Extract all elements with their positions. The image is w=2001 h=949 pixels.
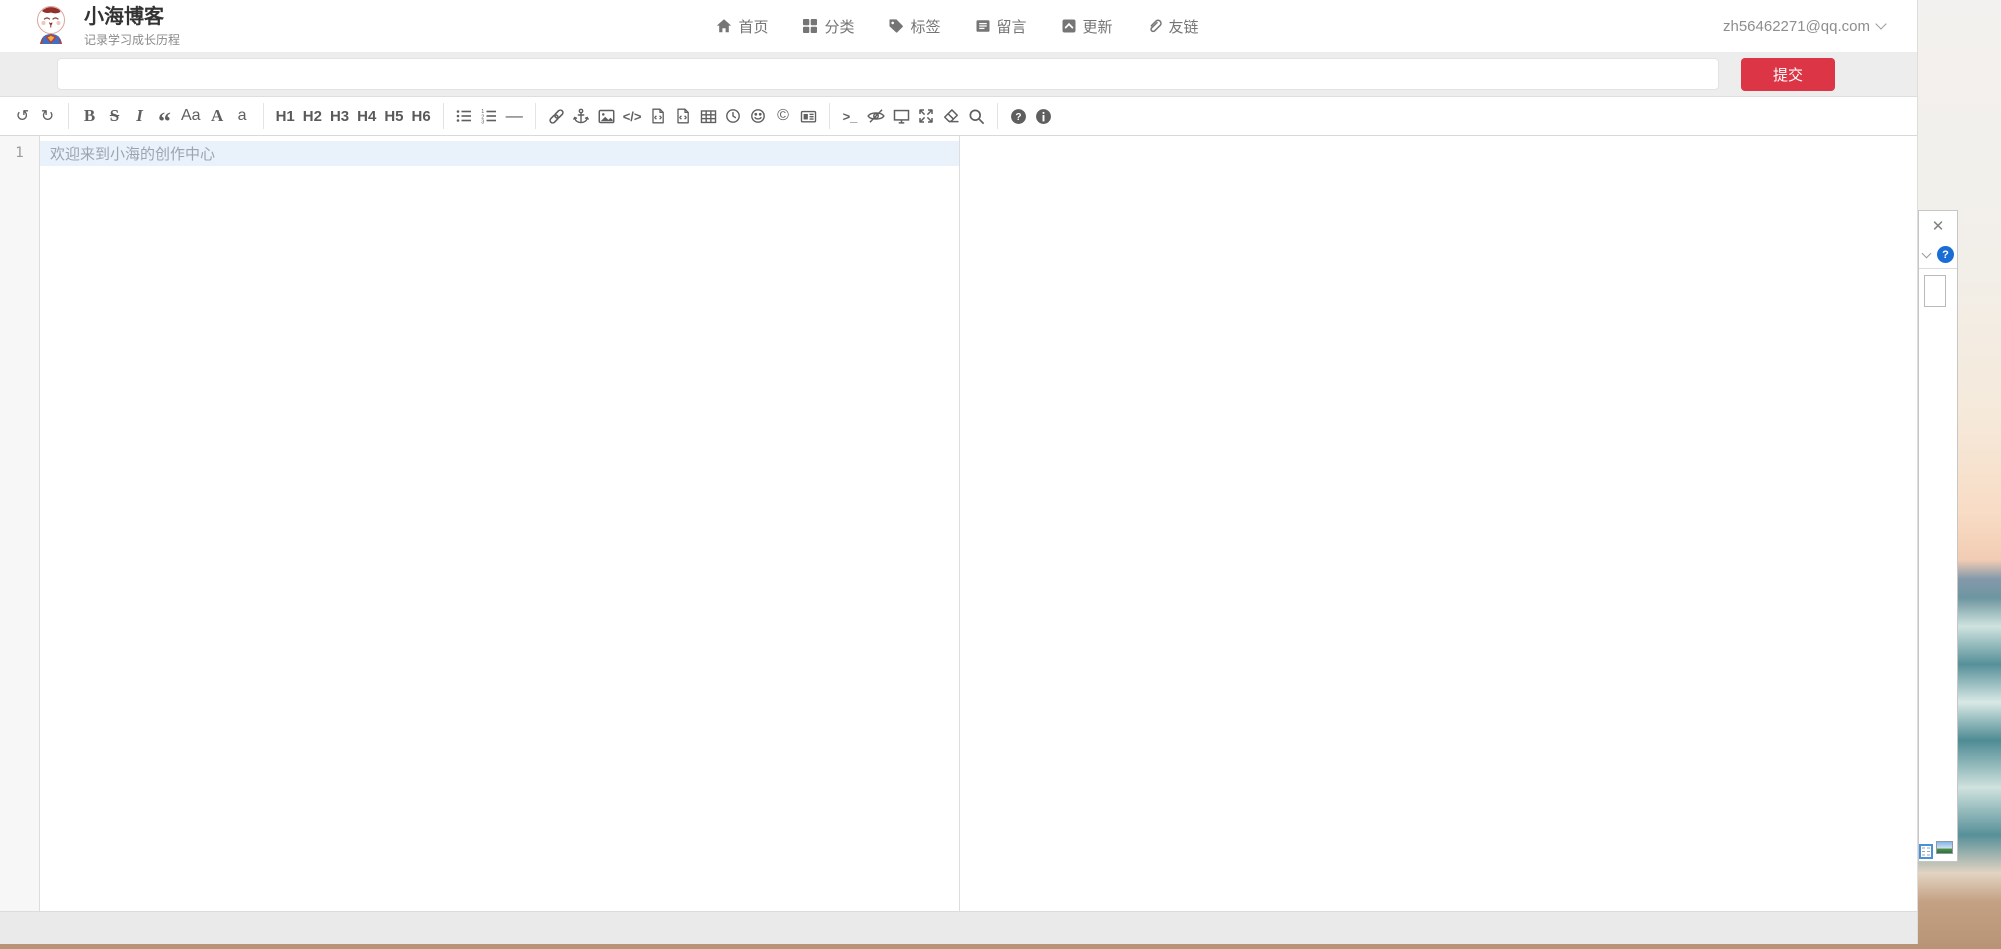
- emoji-icon[interactable]: [746, 102, 771, 130]
- site-identity: 小海博客 记录学习成长历程: [84, 5, 180, 48]
- markdown-editor: 1 欢迎来到小海的创作中心: [0, 136, 1917, 911]
- pagebreak-icon[interactable]: [796, 102, 821, 130]
- info-icon[interactable]: [1031, 102, 1056, 130]
- main-content: 小海博客 记录学习成长历程 首页 分类 标签: [0, 0, 1918, 944]
- table-icon[interactable]: [696, 102, 721, 130]
- nav-label: 更新: [1083, 16, 1113, 37]
- fullscreen-icon[interactable]: [914, 102, 939, 130]
- site-header: 小海博客 记录学习成长历程 首页 分类 标签: [0, 0, 1917, 52]
- main-nav: 首页 分类 标签 留言 更新: [716, 16, 1198, 37]
- lowercase-icon[interactable]: a: [230, 102, 255, 130]
- category-icon: [802, 18, 818, 34]
- toolbar-separator: [535, 103, 536, 129]
- help-circle-icon[interactable]: ?: [1937, 246, 1954, 263]
- links-icon: [1147, 18, 1163, 34]
- toolbar-separator: [443, 103, 444, 129]
- nav-label: 标签: [910, 16, 940, 37]
- editor-placeholder-text: 欢迎来到小海的创作中心: [50, 143, 215, 164]
- nav-item-messages[interactable]: 留言: [975, 16, 1027, 37]
- nav-item-tags[interactable]: 标签: [888, 16, 940, 37]
- svg-text:3: 3: [481, 120, 484, 124]
- message-icon: [975, 18, 991, 34]
- link-icon[interactable]: [544, 102, 569, 130]
- preview-icon[interactable]: [889, 102, 914, 130]
- nav-item-home[interactable]: 首页: [716, 16, 768, 37]
- user-email: zh56462271@qq.com: [1723, 18, 1870, 35]
- chevron-down-icon: [1875, 18, 1886, 29]
- logo-block[interactable]: 小海博客 记录学习成长历程: [30, 3, 716, 50]
- compose-bar: 提交: [0, 52, 1917, 96]
- close-icon[interactable]: ✕: [1919, 211, 1957, 241]
- quote-icon[interactable]: “: [152, 102, 177, 130]
- nav-item-category[interactable]: 分类: [802, 16, 854, 37]
- article-title-input[interactable]: [57, 58, 1719, 90]
- search-icon[interactable]: [964, 102, 989, 130]
- h2-icon[interactable]: H2: [299, 102, 326, 130]
- list-ul-icon[interactable]: [452, 102, 477, 130]
- chevron-down-icon[interactable]: [1922, 248, 1932, 258]
- code-block-icon[interactable]: [671, 102, 696, 130]
- home-icon: [716, 18, 732, 34]
- redo-icon[interactable]: ↻: [35, 102, 60, 130]
- h6-icon[interactable]: H6: [408, 102, 435, 130]
- italic-icon[interactable]: I: [127, 102, 152, 130]
- datetime-icon[interactable]: [721, 102, 746, 130]
- update-icon: [1061, 18, 1077, 34]
- code-editor-pane[interactable]: 欢迎来到小海的创作中心: [40, 136, 959, 911]
- user-menu[interactable]: zh56462271@qq.com: [1199, 18, 1897, 35]
- nav-label: 首页: [738, 16, 768, 37]
- undo-icon[interactable]: ↺: [10, 102, 35, 130]
- site-subtitle: 记录学习成长历程: [84, 31, 180, 48]
- floating-side-panel: ✕ ?: [1918, 210, 1958, 862]
- clear-icon[interactable]: [939, 102, 964, 130]
- page-footer: [0, 911, 1917, 944]
- html-entities-icon[interactable]: ©: [771, 102, 796, 130]
- image-mode-icon[interactable]: [1936, 841, 1953, 859]
- svg-text:?: ?: [1015, 111, 1021, 122]
- site-title: 小海博客: [84, 5, 180, 29]
- site-avatar: [30, 3, 72, 50]
- h3-icon[interactable]: H3: [326, 102, 353, 130]
- h4-icon[interactable]: H4: [353, 102, 380, 130]
- hr-icon[interactable]: —: [502, 102, 527, 130]
- nav-item-updates[interactable]: 更新: [1061, 16, 1113, 37]
- toolbar-separator: [997, 103, 998, 129]
- side-panel-controls: ?: [1919, 241, 1957, 269]
- page: 小海博客 记录学习成长历程 首页 分类 标签: [0, 0, 2001, 949]
- toolbar-separator: [829, 103, 830, 129]
- strikethrough-icon[interactable]: S: [102, 102, 127, 130]
- goto-line-icon[interactable]: >_: [838, 102, 863, 130]
- ucwords-icon[interactable]: Aa: [177, 102, 205, 130]
- image-icon[interactable]: [594, 102, 619, 130]
- nav-label: 分类: [824, 16, 854, 37]
- nav-item-friend-links[interactable]: 友链: [1147, 16, 1199, 37]
- line-number: 1: [0, 141, 39, 166]
- preformatted-text-icon[interactable]: [646, 102, 671, 130]
- toolbar-separator: [263, 103, 264, 129]
- bold-icon[interactable]: B: [77, 102, 102, 130]
- uppercase-icon[interactable]: A: [205, 102, 230, 130]
- active-line[interactable]: 欢迎来到小海的创作中心: [40, 141, 959, 166]
- h5-icon[interactable]: H5: [380, 102, 407, 130]
- tag-icon: [888, 18, 904, 34]
- line-number-gutter: 1: [0, 136, 40, 911]
- side-panel-input[interactable]: [1924, 275, 1946, 307]
- help-icon[interactable]: ?: [1006, 102, 1031, 130]
- editor-toolbar: ↺ ↻ B S I “ Aa A a H1 H2 H3 H4 H5 H6 123…: [0, 96, 1917, 136]
- text-mode-icon[interactable]: [1919, 844, 1933, 859]
- watch-icon[interactable]: [863, 102, 889, 130]
- h1-icon[interactable]: H1: [272, 102, 299, 130]
- nav-label: 友链: [1169, 16, 1199, 37]
- markdown-preview-pane: [960, 136, 1917, 911]
- nav-label: 留言: [997, 16, 1027, 37]
- code-icon[interactable]: </>: [619, 102, 646, 130]
- submit-button[interactable]: 提交: [1741, 58, 1835, 91]
- side-panel-footer: [1919, 841, 1957, 861]
- anchor-icon[interactable]: [569, 102, 594, 130]
- toolbar-separator: [68, 103, 69, 129]
- list-ol-icon[interactable]: 123: [477, 102, 502, 130]
